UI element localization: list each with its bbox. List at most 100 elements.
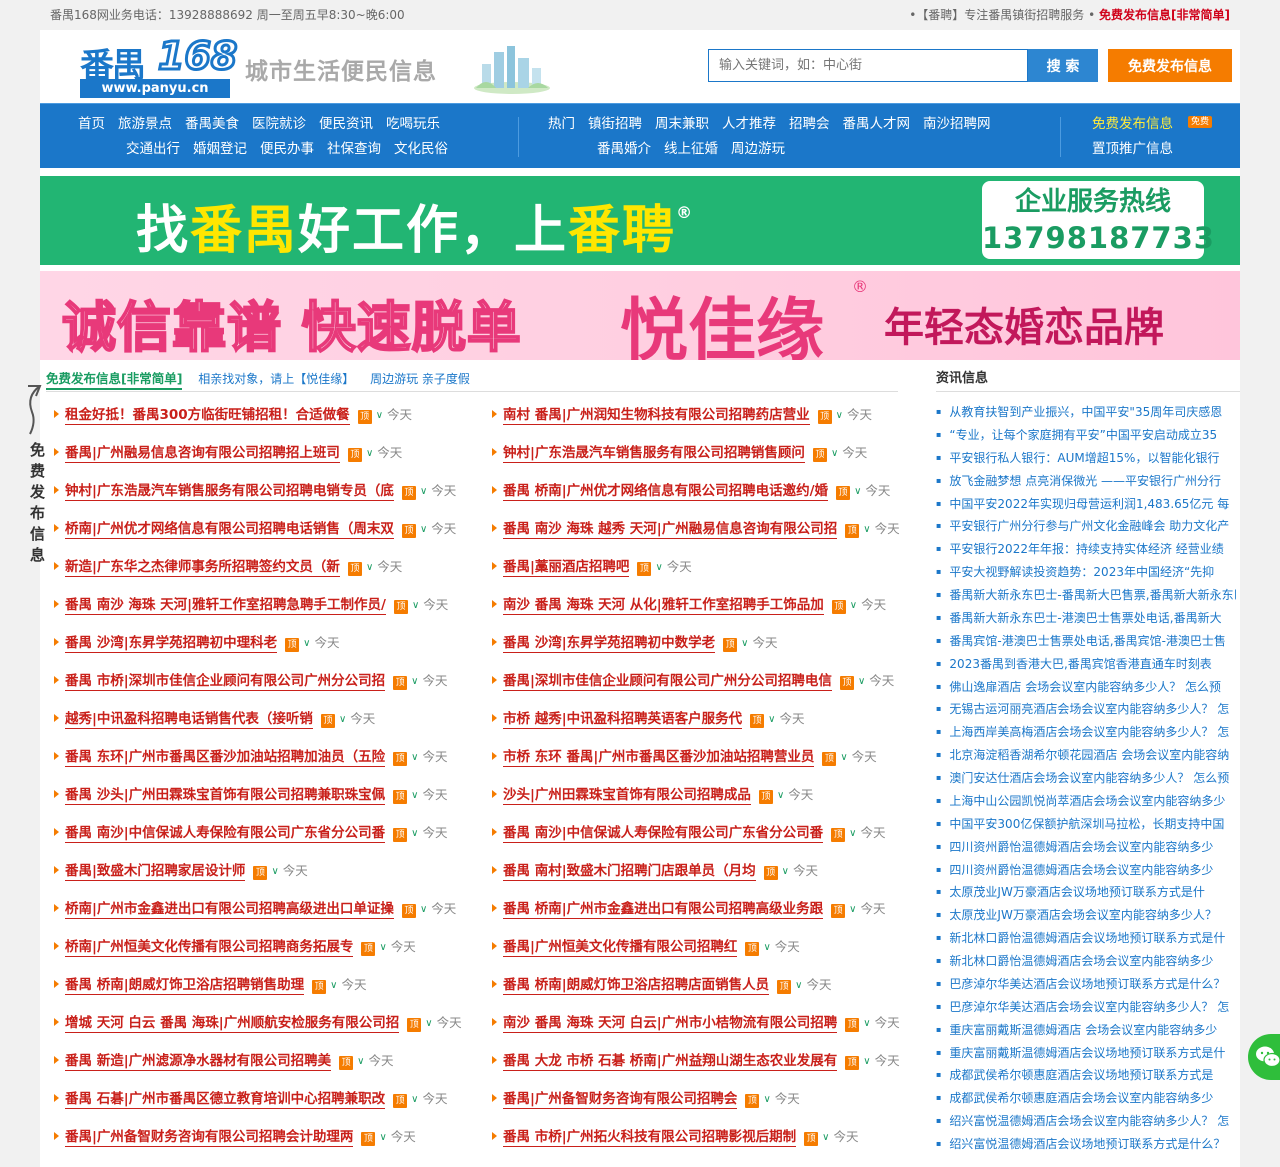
- nav-link[interactable]: 文化民俗: [394, 137, 448, 162]
- news-item-link[interactable]: 太原茂业JW万豪酒店会场会议室内能容纳多少人？: [936, 904, 1236, 927]
- listing-title-link[interactable]: 番禺|广州融易信息咨询有限公司招聘招上班司: [65, 444, 340, 463]
- nav-link[interactable]: 番禺婚介: [597, 137, 651, 162]
- listing-title-link[interactable]: 市桥 东环 番禺|广州市番禺区番沙加油站招聘营业员: [503, 748, 815, 767]
- listing-title-link[interactable]: 番禺 桥南|广州优才网络信息有限公司招聘电话邀约/婚: [503, 482, 829, 501]
- nav-link[interactable]: 便民办事: [260, 137, 314, 162]
- news-item-link[interactable]: 绍兴富悦温德姆酒店会议场地预订联系方式是什么？: [936, 1133, 1236, 1156]
- news-item-link[interactable]: 平安银行私人银行：AUM增超15%，以智能化银行: [936, 447, 1236, 470]
- tab-travel[interactable]: 周边游玩 亲子度假: [370, 372, 470, 386]
- listing-title-link[interactable]: 番禺|深圳市佳信企业顾问有限公司广州分公司招聘电信: [503, 672, 832, 691]
- news-item-link[interactable]: 上海西岸美高梅酒店会场会议室内能容纳多少人？ 怎: [936, 721, 1236, 744]
- listing-title-link[interactable]: 番禺 沙湾|东昇学苑招聘初中数学老: [503, 634, 716, 653]
- news-item-link[interactable]: 中国平安2022年实现归母营运利润1,483.65亿元 每: [936, 493, 1236, 516]
- news-item-link[interactable]: 巴彦淖尔华美达酒店会议场地预订联系方式是什么？: [936, 973, 1236, 996]
- banner-jobs[interactable]: 找番禺好工作，上番聘® 企业服务热线 13798187733: [40, 176, 1240, 265]
- listing-title-link[interactable]: 钟村|广东浩晟汽车销售服务有限公司招聘电销专员（底: [65, 482, 394, 501]
- listing-title-link[interactable]: 番禺 桥南|朗威灯饰卫浴店招聘销售助理: [65, 976, 305, 995]
- listing-title-link[interactable]: 番禺 沙头|广州田霖珠宝首饰有限公司招聘兼职珠宝佩: [65, 786, 386, 805]
- news-item-link[interactable]: 平安银行广州分行参与广州文化金融峰会 助力文化产: [936, 515, 1236, 538]
- wechat-float-button[interactable]: [1248, 1034, 1280, 1080]
- tab-dating[interactable]: 相亲找对象，请上【悦佳缘】: [198, 372, 354, 386]
- news-item-link[interactable]: 从教育扶智到产业振兴，中国平安"35周年司庆感恩: [936, 401, 1236, 424]
- listing-title-link[interactable]: 番禺|广州备智财务咨询有限公司招聘会: [503, 1090, 738, 1109]
- nav-link[interactable]: 便民资讯: [319, 112, 373, 137]
- listing-title-link[interactable]: 桥南|广州优才网络信息有限公司招聘电话销售（周末双: [65, 520, 394, 539]
- listing-title-link[interactable]: 番禺|致盛木门招聘家居设计师: [65, 862, 246, 881]
- listing-title-link[interactable]: 番禺|广州备智财务咨询有限公司招聘会计助理两: [65, 1128, 354, 1147]
- listing-title-link[interactable]: 番禺 市桥|广州拓火科技有限公司招聘影视后期制: [503, 1128, 797, 1147]
- listing-title-link[interactable]: 番禺 新造|广州滤源净水器材有限公司招聘美: [65, 1052, 332, 1071]
- free-post-button[interactable]: 免费发布信息: [1108, 49, 1232, 82]
- news-item-link[interactable]: 重庆富丽戴斯温德姆酒店会议场地预订联系方式是什: [936, 1042, 1236, 1065]
- listing-title-link[interactable]: 番禺 桥南|朗威灯饰卫浴店招聘店面销售人员: [503, 976, 770, 995]
- listing-title-link[interactable]: 新造|广东华之杰律师事务所招聘签约文员（新: [65, 558, 340, 577]
- search-button[interactable]: 搜 索: [1028, 49, 1098, 82]
- listing-title-link[interactable]: 南村 番禺|广州润知生物科技有限公司招聘药店营业: [503, 406, 810, 425]
- nav-link[interactable]: 人才推荐: [722, 112, 776, 137]
- news-item-link[interactable]: 番禺新大新永东巴士-番禺新大巴售票,番禺新大新永东巴: [936, 584, 1236, 607]
- news-item-link[interactable]: 成都武侯希尔顿惠庭酒店会议场地预订联系方式是: [936, 1064, 1236, 1087]
- news-item-link[interactable]: 重庆富丽戴斯温德姆酒店 会场会议室内能容纳多少: [936, 1019, 1236, 1042]
- listing-title-link[interactable]: 番禺 沙湾|东昇学苑招聘初中理科老: [65, 634, 278, 653]
- listing-title-link[interactable]: 番禺 桥南|广州市金鑫进出口有限公司招聘高级业务跟: [503, 900, 824, 919]
- nav-link[interactable]: 医院就诊: [252, 112, 306, 137]
- nav-link[interactable]: 番禺美食: [185, 112, 239, 137]
- listing-title-link[interactable]: 南沙 番禺 海珠 天河 从化|雅轩工作室招聘手工饰品加: [503, 596, 824, 615]
- news-item-link[interactable]: 无锡古运河丽亮酒店会场会议室内能容纳多少人？ 怎: [936, 698, 1236, 721]
- news-item-link[interactable]: 成都武侯希尔顿惠庭酒店会场会议室内能容纳多少: [936, 1087, 1236, 1110]
- nav-free-post[interactable]: 免费发布信息: [1092, 112, 1173, 137]
- listing-title-link[interactable]: 南沙 番禺 海珠 天河 白云|广州市小桔物流有限公司招聘: [503, 1014, 838, 1033]
- news-item-link[interactable]: 佛山逸扉酒店 会场会议室内能容纳多少人？ 怎么预: [936, 676, 1236, 699]
- listing-title-link[interactable]: 番禺 南沙|中信保诚人寿保险有限公司广东省分公司番: [65, 824, 386, 843]
- nav-link[interactable]: 婚姻登记: [193, 137, 247, 162]
- nav-link[interactable]: 南沙招聘网: [923, 112, 991, 137]
- news-item-link[interactable]: 四川资州爵怡温德姆酒店会场会议室内能容纳多少: [936, 836, 1236, 859]
- news-item-link[interactable]: 新北林口爵怡温德姆酒店会议场地预订联系方式是什: [936, 927, 1236, 950]
- listing-title-link[interactable]: 钟村|广东浩晟汽车销售服务有限公司招聘销售顾问: [503, 444, 805, 463]
- nav-link[interactable]: 番禺人才网: [843, 112, 911, 137]
- listing-title-link[interactable]: 番禺 南村|致盛木门招聘门店跟单员（月均: [503, 862, 756, 881]
- news-item-link[interactable]: 平安银行2022年年报：持续支持实体经济 经营业绩: [936, 538, 1236, 561]
- listing-title-link[interactable]: 番禺 东环|广州市番禺区番沙加油站招聘加油员（五险: [65, 748, 386, 767]
- nav-link[interactable]: 线上征婚: [664, 137, 718, 162]
- listing-title-link[interactable]: 租金好抵！番禺300方临街旺铺招租！合适做餐: [65, 406, 350, 425]
- topbar-free-post-link[interactable]: 免费发布信息[非常简单]: [1099, 8, 1230, 22]
- news-item-link[interactable]: 放飞金融梦想 点亮消保微光 ——平安银行广州分行: [936, 470, 1236, 493]
- news-item-link[interactable]: 巴彦淖尔华美达酒店会场会议室内能容纳多少人？ 怎: [936, 996, 1236, 1019]
- nav-link[interactable]: 热门: [548, 112, 575, 137]
- tab-free-post[interactable]: 免费发布信息[非常简单]: [46, 371, 183, 390]
- news-item-link[interactable]: 上海中山公园凯悦尚萃酒店会场会议室内能容纳多少: [936, 790, 1236, 813]
- nav-link[interactable]: 吃喝玩乐: [386, 112, 440, 137]
- site-logo[interactable]: 番禺 168 www.panyu.cn: [80, 33, 239, 100]
- nav-top-promo[interactable]: 置顶推广信息: [1092, 137, 1173, 162]
- nav-link[interactable]: 镇街招聘: [588, 112, 642, 137]
- listing-title-link[interactable]: 番禺 南沙 海珠 越秀 天河|广州融易信息咨询有限公司招: [503, 520, 838, 539]
- nav-link[interactable]: 招聘会: [789, 112, 830, 137]
- nav-link[interactable]: 旅游景点: [118, 112, 172, 137]
- banner-dating[interactable]: 诚信靠谱 快速脱单 悦佳缘 ® 年轻态婚恋品牌: [40, 271, 1240, 360]
- nav-link[interactable]: 首页: [78, 112, 105, 137]
- news-item-link[interactable]: 番禺新大新永东巴士-港澳巴士售票处电话,番禺新大: [936, 607, 1236, 630]
- news-item-link[interactable]: 平安大视野解读投资趋势：2023年中国经济“先抑: [936, 561, 1236, 584]
- news-item-link[interactable]: 澳门安达仕酒店会场会议室内能容纳多少人？ 怎么预: [936, 767, 1236, 790]
- nav-link[interactable]: 交通出行: [126, 137, 180, 162]
- news-item-link[interactable]: 太原茂业JW万豪酒店会议场地预订联系方式是什: [936, 881, 1236, 904]
- search-input[interactable]: [708, 49, 1028, 82]
- nav-link[interactable]: 社保查询: [327, 137, 381, 162]
- listing-title-link[interactable]: 番禺 南沙|中信保诚人寿保险有限公司广东省分公司番: [503, 824, 824, 843]
- news-item-link[interactable]: 中国平安300亿保额护航深圳马拉松，长期支持中国: [936, 813, 1236, 836]
- listing-title-link[interactable]: 桥南|广州恒美文化传播有限公司招聘商务拓展专: [65, 938, 354, 957]
- listing-title-link[interactable]: 番禺|藁丽酒店招聘吧: [503, 558, 630, 577]
- news-item-link[interactable]: 绍兴富悦温德姆酒店会场会议室内能容纳多少人？ 怎: [936, 1110, 1236, 1133]
- listing-title-link[interactable]: 番禺 南沙 海珠 天河|雅轩工作室招聘急聘手工制作员/: [65, 596, 386, 615]
- listing-title-link[interactable]: 番禺 石碁|广州市番禺区德立教育培训中心招聘兼职改: [65, 1090, 386, 1109]
- listing-title-link[interactable]: 越秀|中讯盈科招聘电话销售代表（接听销: [65, 710, 313, 729]
- news-item-link[interactable]: 北京海淀稻香湖希尔顿花园酒店 会场会议室内能容纳: [936, 744, 1236, 767]
- nav-link[interactable]: 周边游玩: [731, 137, 785, 162]
- listing-title-link[interactable]: 番禺 大龙 市桥 石碁 桥南|广州益翔山湖生态农业发展有: [503, 1052, 838, 1071]
- nav-link[interactable]: 周末兼职: [655, 112, 709, 137]
- listing-title-link[interactable]: 番禺|广州恒美文化传播有限公司招聘红: [503, 938, 738, 957]
- listing-title-link[interactable]: 番禺 市桥|深圳市佳信企业顾问有限公司广州分公司招: [65, 672, 386, 691]
- listing-title-link[interactable]: 市桥 越秀|中讯盈科招聘英语客户服务代: [503, 710, 743, 729]
- news-item-link[interactable]: 番禺宾馆-港澳巴士售票处电话,番禺宾馆-港澳巴士售: [936, 630, 1236, 653]
